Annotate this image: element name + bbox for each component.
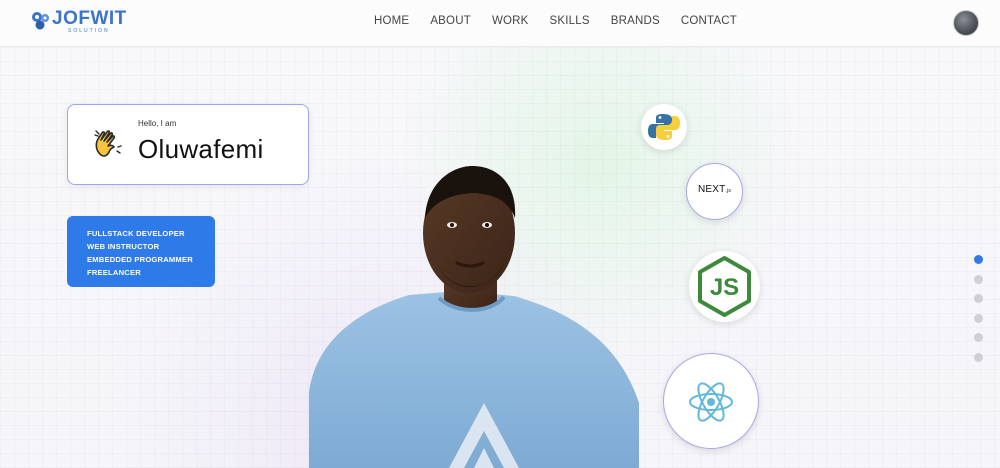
section-dot-1[interactable] bbox=[974, 255, 983, 264]
section-dot-4[interactable] bbox=[974, 313, 983, 323]
section-dot-2[interactable] bbox=[974, 274, 983, 284]
hero-name: Oluwafemi bbox=[138, 134, 264, 164]
waving-hand-icon bbox=[94, 130, 122, 157]
roles-card: FULLSTACK DEVELOPER WEB INSTRUCTOR EMBED… bbox=[67, 216, 215, 287]
nav-home[interactable]: HOME bbox=[374, 15, 409, 27]
python-icon bbox=[648, 114, 680, 140]
nav-contact[interactable]: CONTACT bbox=[681, 15, 737, 27]
logo-mark-icon bbox=[32, 12, 49, 30]
nextjs-label: NEXT.js bbox=[687, 184, 742, 195]
brand-logo[interactable]: JOFWIT SOLUTION bbox=[28, 8, 128, 36]
user-avatar[interactable] bbox=[953, 10, 979, 36]
nav-work[interactable]: WORK bbox=[492, 15, 529, 27]
section-dot-5[interactable] bbox=[974, 333, 983, 342]
section-dot-6[interactable] bbox=[974, 352, 983, 362]
section-pagination bbox=[974, 255, 983, 372]
nav-brands[interactable]: BRANDS bbox=[611, 15, 660, 27]
profile-portrait bbox=[309, 165, 639, 468]
intro-card: Hello, I am Oluwafemi bbox=[67, 104, 309, 185]
nav-links: HOME ABOUT WORK SKILLS BRANDS CONTACT bbox=[374, 15, 758, 27]
section-dot-3[interactable] bbox=[974, 294, 983, 303]
nextjs-suffix: .js bbox=[725, 188, 732, 194]
python-badge bbox=[641, 104, 687, 150]
nextjs-wordmark: NEXT bbox=[697, 184, 726, 195]
nodejs-badge: JS bbox=[689, 251, 760, 322]
logo-subtext: SOLUTION bbox=[68, 28, 110, 34]
nav-skills[interactable]: SKILLS bbox=[550, 15, 590, 27]
react-badge bbox=[663, 353, 759, 449]
nextjs-badge: NEXT.js bbox=[686, 163, 743, 220]
role-item: EMBEDDED PROGRAMMER bbox=[87, 255, 193, 264]
react-icon bbox=[689, 382, 733, 422]
svg-text:JS: JS bbox=[710, 274, 739, 301]
logo-text: JOFWIT bbox=[52, 8, 127, 29]
navbar: JOFWIT SOLUTION HOME ABOUT WORK SKILLS B… bbox=[0, 0, 1000, 47]
role-item: FREELANCER bbox=[87, 268, 141, 277]
nodejs-icon: JS bbox=[698, 256, 751, 317]
nav-about[interactable]: ABOUT bbox=[430, 15, 471, 27]
greeting-text: Hello, I am bbox=[138, 119, 177, 128]
role-item: WEB INSTRUCTOR bbox=[87, 242, 160, 251]
role-item: FULLSTACK DEVELOPER bbox=[87, 229, 185, 238]
